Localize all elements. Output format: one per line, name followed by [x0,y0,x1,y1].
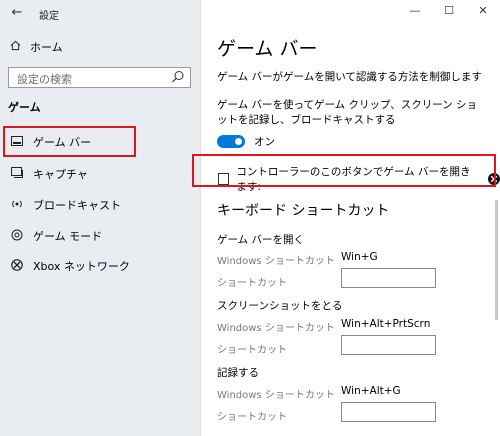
scrollbar[interactable] [495,200,498,320]
windows-shortcut-label: Windows ショートカット [217,390,335,401]
sidebar-item-label: Xbox ネットワーク [33,260,130,273]
titlebar-left: ← 設定 [0,0,201,26]
broadcast-icon [10,198,24,213]
windows-shortcut-value: Win+Alt+G [341,385,401,397]
record-description: ゲーム バーを使ってゲーム クリップ、スクリーン ショットを記録し、ブロードキャ… [217,99,478,126]
custom-shortcut-label: ショートカット [217,412,287,423]
arrow-left-icon: ← [11,4,23,20]
sidebar-item-home[interactable]: ホーム [0,35,201,59]
sidebar-item-capture[interactable]: キャプチャ [0,160,201,188]
shortcut-group-title: スクリーンショットをとる [217,300,343,312]
custom-shortcut-input[interactable] [341,335,436,355]
sidebar-item-label: ブロードキャスト [33,199,121,212]
sidebar-item-label: ゲーム モード [33,230,103,243]
search-input[interactable]: 設定の検索 [8,67,191,88]
xbox-icon [10,258,24,274]
game-mode-icon [10,229,24,244]
app-title: 設定 [39,11,59,22]
section-label-game: ゲーム [8,101,41,114]
windows-shortcut-value: Win+Alt+PrtScrn [341,318,431,330]
sidebar: ← 設定 ホーム 設定の検索 ゲーム ゲーム バー キャプチャ ブロードキャスト [0,0,201,436]
main-panel: — ☐ ✕ ゲーム バー ゲーム バーがゲームを開いて認識する方法を制御します … [201,0,500,436]
toggle-state-label: オン [254,136,275,148]
maximize-button[interactable]: ☐ [432,0,466,22]
search-icon[interactable] [171,70,185,84]
search-placeholder: 設定の検索 [17,73,72,86]
sidebar-item-broadcast[interactable]: ブロードキャスト [0,191,201,219]
page-description: ゲーム バーがゲームを開いて認識する方法を制御します [217,71,482,83]
home-label: ホーム [30,41,63,54]
shortcuts-heading: キーボード ショートカット [217,203,390,219]
capture-icon [10,167,24,181]
custom-shortcut-label: ショートカット [217,345,287,356]
home-icon [8,40,22,54]
custom-shortcut-input[interactable] [341,402,436,422]
highlight-box-controller-option [192,154,496,187]
windows-shortcut-label: Windows ショートカット [217,323,335,334]
custom-shortcut-label: ショートカット [217,278,287,289]
sidebar-item-label: キャプチャ [33,168,88,181]
game-bar-toggle[interactable] [217,135,245,148]
back-button[interactable]: ← [8,4,26,20]
shortcut-group-title: 記録する [217,367,259,379]
window-controls: — ☐ ✕ [398,0,500,22]
shortcut-group-title: ゲーム バーを開く [217,234,305,246]
sidebar-item-xbox-network[interactable]: Xbox ネットワーク [0,252,201,280]
close-button[interactable]: ✕ [466,0,500,22]
windows-shortcut-value: Win+G [341,251,378,263]
game-bar-toggle-row: オン [217,134,275,149]
sidebar-item-game-mode[interactable]: ゲーム モード [0,222,201,250]
minimize-button[interactable]: — [398,0,432,22]
page-title: ゲーム バー [217,38,318,60]
windows-shortcut-label: Windows ショートカット [217,256,335,267]
highlight-box-game-bar [3,126,136,157]
custom-shortcut-input[interactable] [341,268,436,288]
